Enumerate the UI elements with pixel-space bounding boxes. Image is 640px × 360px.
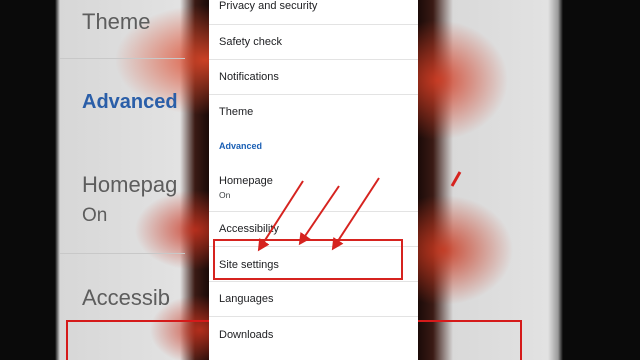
- bg-highlight-box: [418, 320, 522, 360]
- settings-item-privacy-security[interactable]: Privacy and security: [209, 0, 418, 25]
- background-right: [418, 0, 640, 360]
- section-header-advanced: Advanced: [219, 141, 263, 151]
- bg-advanced-text: Advanced: [82, 91, 178, 113]
- settings-item-label: Site settings: [219, 259, 279, 271]
- settings-item-value: On: [219, 190, 231, 200]
- settings-item-label: Languages: [219, 293, 274, 305]
- settings-item-label: Safety check: [219, 36, 282, 48]
- settings-item-theme[interactable]: Theme: [209, 95, 418, 130]
- settings-item-downloads[interactable]: Downloads: [209, 317, 418, 360]
- bg-accessibility-text: Accessib: [82, 285, 171, 310]
- background-left: Theme Advanced Homepag On Accessib: [0, 0, 209, 360]
- settings-item-label: Notifications: [219, 71, 279, 83]
- settings-panel: Privacy and security Safety check Notifi…: [209, 0, 418, 360]
- settings-item-safety-check[interactable]: Safety check: [209, 25, 418, 60]
- settings-item-label: Homepage: [219, 175, 273, 187]
- settings-item-homepage[interactable]: Homepage On: [209, 165, 418, 212]
- settings-item-accessibility[interactable]: Accessibility: [209, 212, 418, 247]
- settings-item-label: Downloads: [219, 329, 274, 341]
- settings-item-label: Theme: [219, 106, 254, 118]
- bg-homepage-text: Homepag: [82, 172, 178, 197]
- settings-item-notifications[interactable]: Notifications: [209, 60, 418, 95]
- bg-theme-text: Theme: [82, 9, 151, 34]
- bg-divider: [60, 253, 185, 254]
- settings-item-languages[interactable]: Languages: [209, 282, 418, 317]
- settings-item-site-settings[interactable]: Site settings: [209, 247, 418, 282]
- settings-item-label: Accessibility: [219, 223, 279, 235]
- bg-divider: [60, 58, 185, 59]
- bg-highlight-box: [66, 320, 209, 360]
- settings-item-label: Privacy and security: [219, 0, 318, 12]
- bg-homepage-value: On: [82, 205, 108, 226]
